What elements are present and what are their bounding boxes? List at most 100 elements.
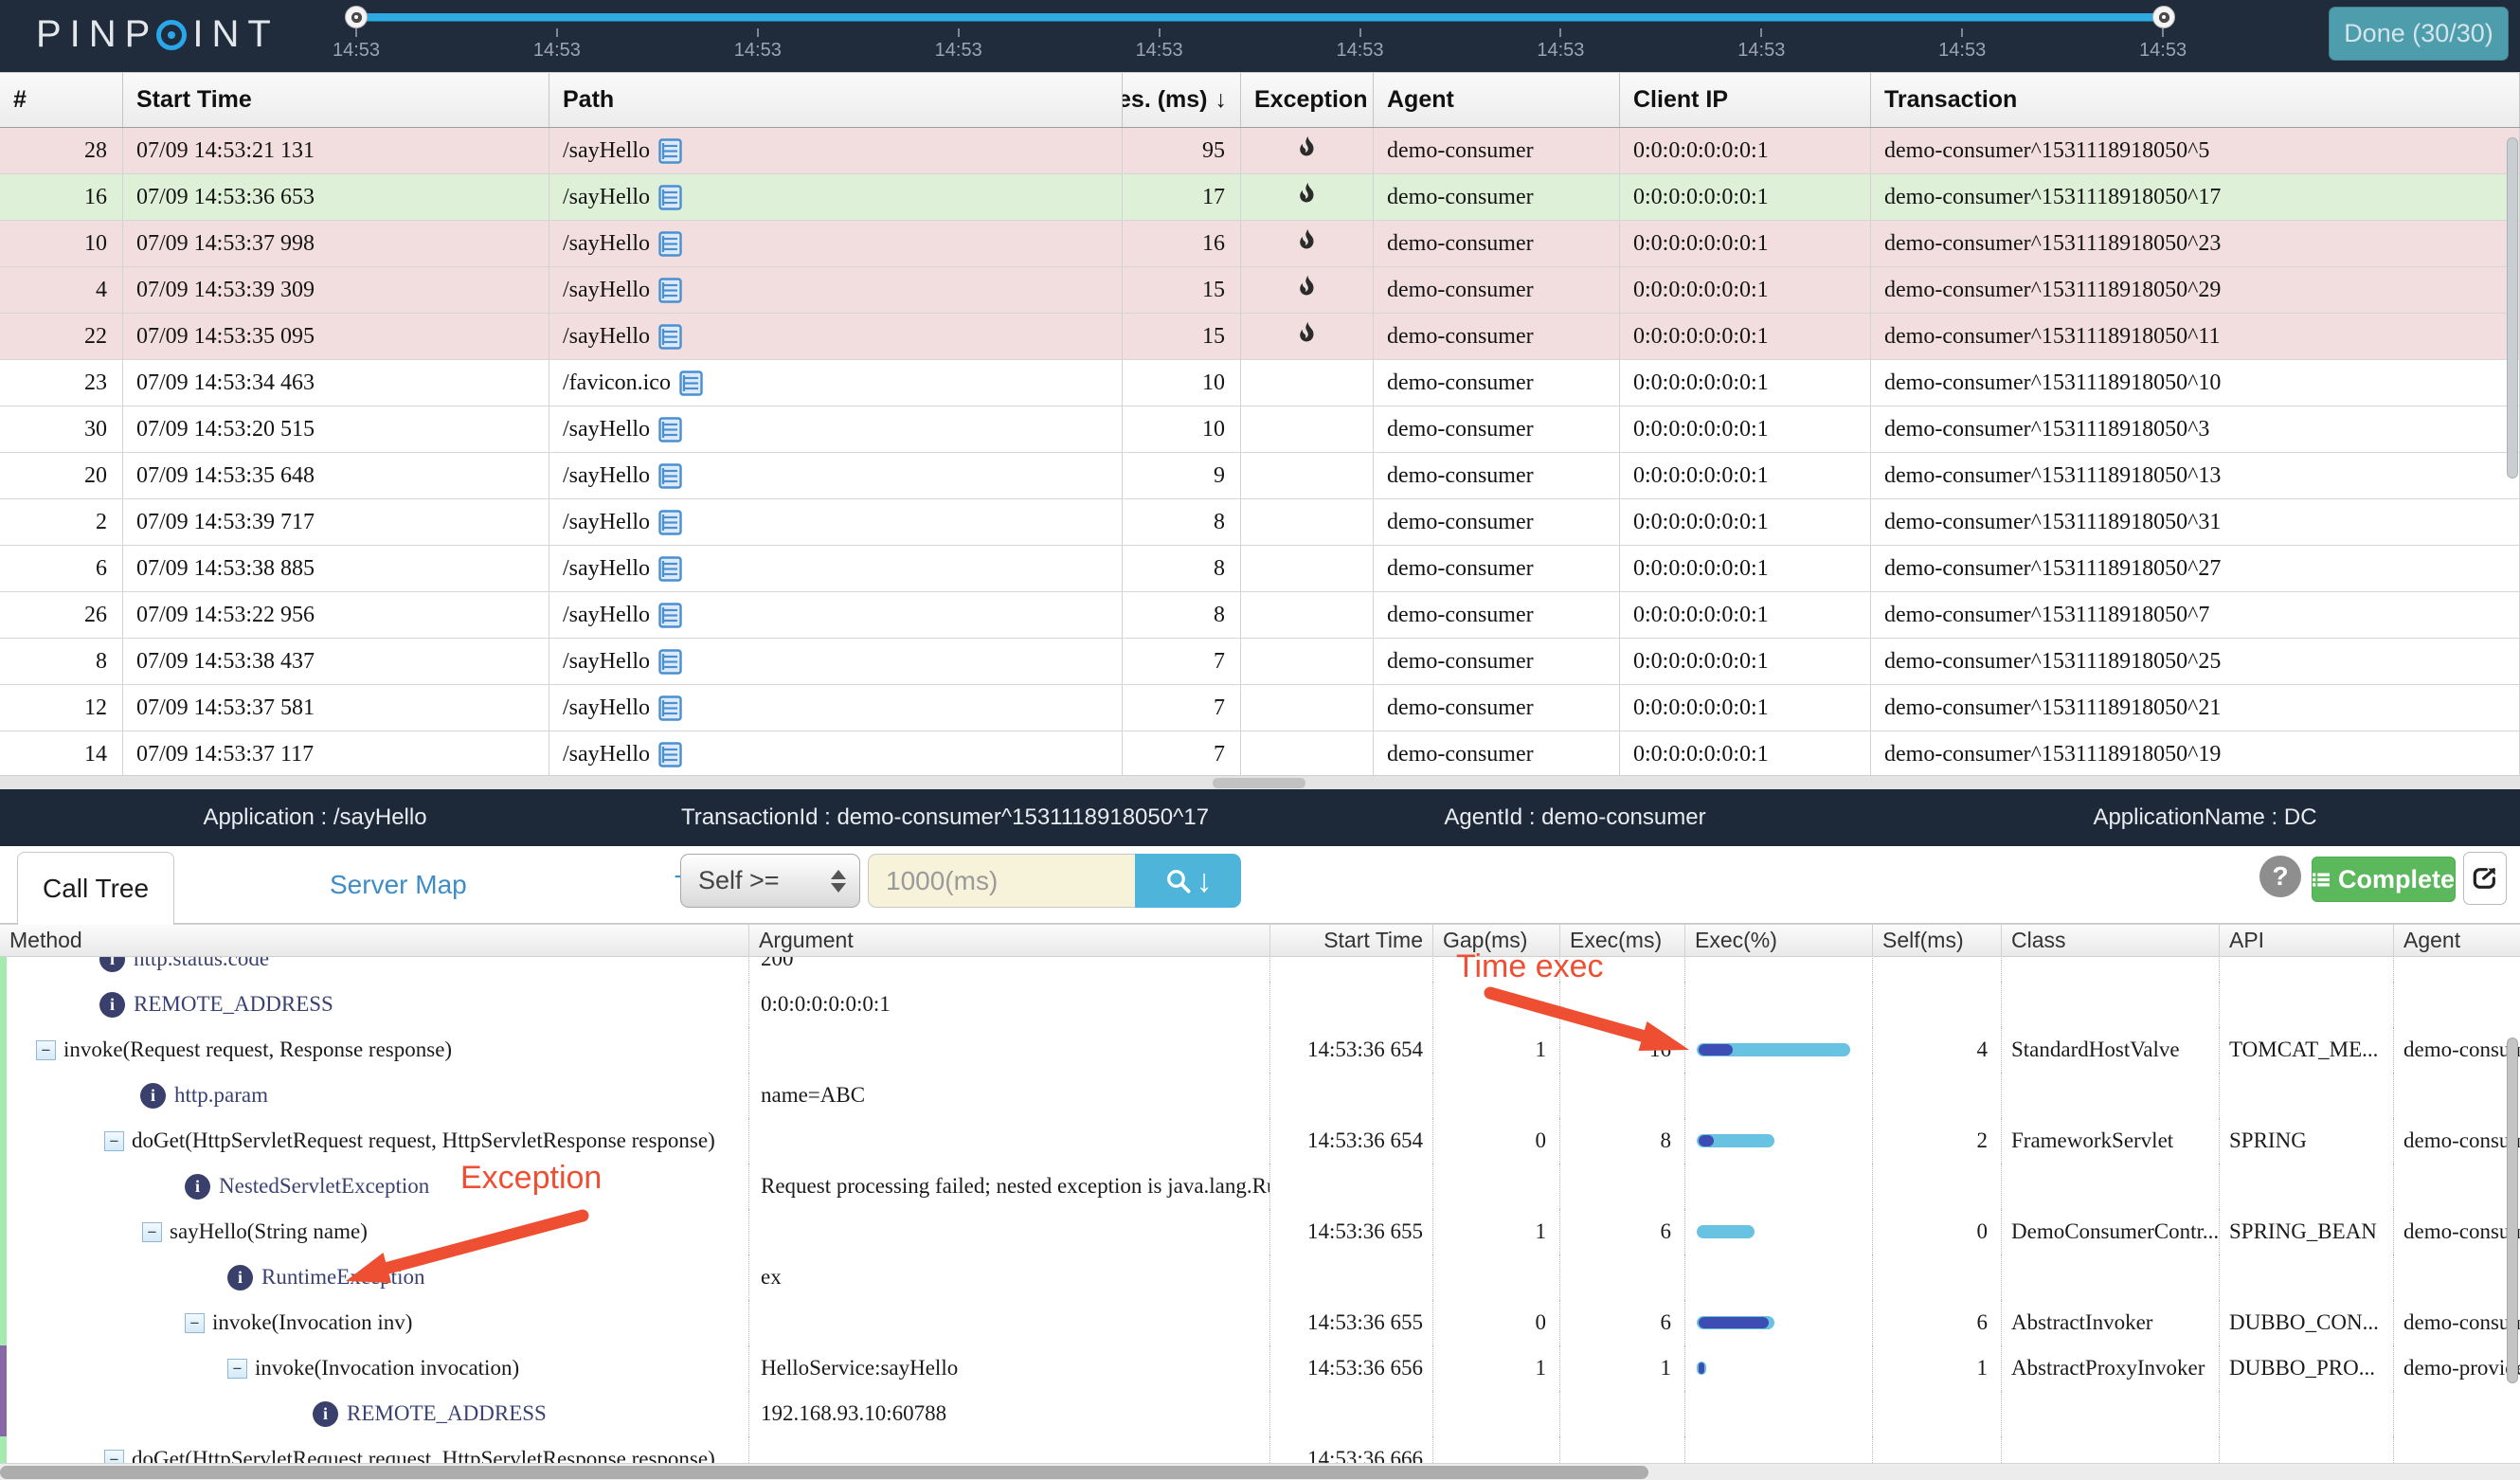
agent-color-strip-green — [0, 957, 7, 982]
table-row[interactable]: 8 07/09 14:53:38 437/sayHello 7 demo-consum… — [0, 639, 2520, 685]
tick-mark — [1961, 28, 1964, 37]
cell-exception — [1241, 546, 1374, 591]
column-header-transaction[interactable]: Transaction — [1871, 73, 2520, 127]
cell-gap-ms — [1432, 1254, 1559, 1300]
transaction-detail-icon[interactable] — [658, 741, 682, 767]
cell-start-time: 14:53:36 666 — [1269, 1436, 1432, 1463]
transaction-detail-icon[interactable] — [658, 555, 682, 582]
calltree-column-header-agent[interactable]: Agent — [2393, 925, 2520, 956]
calltree-column-header-argument[interactable]: Argument — [748, 925, 1269, 956]
table-row[interactable]: 2 07/09 14:53:39 717/sayHello 8 demo-consum… — [0, 499, 2520, 546]
collapse-expander-icon[interactable]: − — [104, 1130, 124, 1151]
calltree-column-header-self-ms-[interactable]: Self(ms) — [1872, 925, 2001, 956]
transaction-detail-icon[interactable] — [679, 370, 703, 396]
transaction-detail-icon[interactable] — [658, 509, 682, 535]
transaction-horizontal-scrollbar[interactable] — [0, 775, 2520, 789]
cell-transaction-id: demo-consumer^1531118918050^5 — [1871, 128, 2520, 173]
transaction-detail-icon[interactable] — [658, 230, 682, 257]
table-row[interactable]: 20 07/09 14:53:35 648/sayHello 9 demo-consu… — [0, 453, 2520, 499]
cell-num: 4 — [0, 267, 123, 313]
calltree-horizontal-scrollbar[interactable] — [0, 1463, 2520, 1480]
table-row[interactable]: 16 07/09 14:53:36 653/sayHello 17 demo-cons… — [0, 174, 2520, 221]
table-row[interactable]: 6 07/09 14:53:38 885/sayHello 8 demo-consum… — [0, 546, 2520, 592]
calltree-vertical-scrollbar[interactable] — [2507, 1038, 2518, 1383]
column-header-res-ms-[interactable]: Res. (ms) ↓ — [1123, 73, 1241, 127]
transaction-detail-icon[interactable] — [658, 602, 682, 628]
transaction-detail-icon[interactable] — [658, 137, 682, 164]
calltree-column-header-exec-[interactable]: Exec(%) — [1684, 925, 1872, 956]
complete-button[interactable]: Complete — [2312, 857, 2456, 902]
method-label: RuntimeException — [261, 1265, 425, 1289]
filter-ms-input[interactable] — [868, 854, 1135, 908]
collapse-expander-icon[interactable]: − — [36, 1039, 56, 1060]
table-row[interactable]: 12 07/09 14:53:37 581/sayHello 7 demo-consu… — [0, 685, 2520, 731]
calltree-row[interactable]: i http.param name=ABC — [0, 1073, 2520, 1118]
collapse-expander-icon[interactable]: − — [142, 1221, 162, 1242]
table-row[interactable]: 28 07/09 14:53:21 131/sayHello 95 demo-cons… — [0, 128, 2520, 174]
collapse-expander-icon[interactable]: − — [185, 1312, 205, 1333]
column-header-agent[interactable]: Agent — [1374, 73, 1620, 127]
cell-start-time: 07/09 14:53:36 653 — [123, 174, 549, 220]
calltree-row[interactable]: i http.status.code 200 — [0, 957, 2520, 982]
table-row[interactable]: 10 07/09 14:53:37 998/sayHello 16 demo-cons… — [0, 221, 2520, 267]
table-row[interactable]: 4 07/09 14:53:39 309/sayHello 15 demo-consu… — [0, 267, 2520, 314]
timeline-ticks: 14:53 14:53 14:53 14:53 14:53 14:53 14:53 14:53… — [0, 0, 2520, 72]
column-header-start-time[interactable]: Start Time — [123, 73, 549, 127]
column-header--[interactable]: # — [0, 73, 123, 127]
cell-transaction-id: demo-consumer^1531118918050^7 — [1871, 592, 2520, 638]
calltree-column-header-start-time[interactable]: Start Time — [1269, 925, 1432, 956]
transaction-detail-icon[interactable] — [658, 462, 682, 489]
scrollbar-thumb[interactable] — [0, 1466, 1648, 1479]
tab-call-tree[interactable]: Call Tree — [17, 852, 175, 925]
calltree-row[interactable]: − invoke(Invocation invocation) HelloServi… — [0, 1345, 2520, 1391]
collapse-expander-icon[interactable]: − — [104, 1449, 124, 1463]
transaction-vertical-scrollbar[interactable] — [2507, 137, 2518, 478]
table-row[interactable]: 22 07/09 14:53:35 095/sayHello 15 demo-cons… — [0, 314, 2520, 360]
calltree-row[interactable]: − doGet(HttpServletRequest request, HttpS… — [0, 1118, 2520, 1164]
tab-server-map[interactable]: Server Map — [330, 846, 467, 924]
table-row[interactable]: 14 07/09 14:53:37 117/sayHello 7 demo-consu… — [0, 731, 2520, 777]
calltree-row[interactable]: i RuntimeException ex — [0, 1254, 2520, 1300]
column-header-path[interactable]: Path — [549, 73, 1123, 127]
export-button[interactable] — [2463, 852, 2507, 905]
transaction-detail-icon[interactable] — [658, 277, 682, 303]
agent-color-strip-green — [0, 1118, 7, 1164]
calltree-row[interactable]: − doGet(HttpServletRequest request, HttpS… — [0, 1436, 2520, 1463]
calltree-body: i http.status.code 200 i REMOTE_ADDRESS 0:0:0… — [0, 957, 2520, 1463]
table-row[interactable]: 30 07/09 14:53:20 515/sayHello 10 demo-cons… — [0, 406, 2520, 453]
exec-total-bar — [1697, 1225, 1755, 1238]
done-button[interactable]: Done (30/30) — [2329, 7, 2509, 61]
calltree-column-header-api[interactable]: API — [2219, 925, 2393, 956]
timeline-tick: 14:53 — [1323, 28, 1398, 62]
transaction-detail-icon[interactable] — [658, 323, 682, 350]
table-row[interactable]: 23 07/09 14:53:34 463/favicon.ico 10 demo-c… — [0, 360, 2520, 406]
cell-exception — [1241, 453, 1374, 498]
transaction-detail-icon[interactable] — [658, 184, 682, 210]
calltree-row[interactable]: i NestedServletException Request processin… — [0, 1164, 2520, 1209]
calltree-column-header-class[interactable]: Class — [2001, 925, 2219, 956]
cell-num: 28 — [0, 128, 123, 173]
exec-percent-bar — [1697, 1134, 1774, 1147]
cell-exec-ms: 1 — [1559, 1345, 1684, 1391]
search-button[interactable]: ↓ — [1135, 854, 1241, 908]
calltree-row[interactable]: i REMOTE_ADDRESS 192.168.93.10:60788 — [0, 1391, 2520, 1436]
scrollbar-thumb[interactable] — [1213, 778, 1305, 788]
help-icon[interactable]: ? — [2259, 856, 2301, 897]
calltree-row[interactable]: i REMOTE_ADDRESS 0:0:0:0:0:0:0:1 — [0, 982, 2520, 1027]
calltree-row[interactable]: − sayHello(String name) 14:53:36 655 1 6 0 Dem… — [0, 1209, 2520, 1254]
column-header-exception[interactable]: Exception — [1241, 73, 1374, 127]
cell-client-ip: 0:0:0:0:0:0:0:1 — [1620, 360, 1871, 406]
cell-argument — [748, 1118, 1269, 1164]
filter-type-select[interactable]: Self >= — [680, 854, 860, 908]
cell-method: i REMOTE_ADDRESS — [0, 1391, 748, 1436]
collapse-expander-icon[interactable]: − — [227, 1358, 247, 1379]
calltree-column-header-method[interactable]: Method — [0, 925, 748, 956]
transaction-detail-icon[interactable] — [658, 695, 682, 721]
transaction-detail-icon[interactable] — [658, 648, 682, 675]
cell-agent: demo-consumer — [1374, 639, 1620, 684]
calltree-row[interactable]: − invoke(Request request, Response respon… — [0, 1027, 2520, 1073]
transaction-detail-icon[interactable] — [658, 416, 682, 442]
table-row[interactable]: 26 07/09 14:53:22 956/sayHello 8 demo-consu… — [0, 592, 2520, 639]
column-header-client-ip[interactable]: Client IP — [1620, 73, 1871, 127]
calltree-row[interactable]: − invoke(Invocation inv) 14:53:36 655 0 6 6 Ab… — [0, 1300, 2520, 1345]
